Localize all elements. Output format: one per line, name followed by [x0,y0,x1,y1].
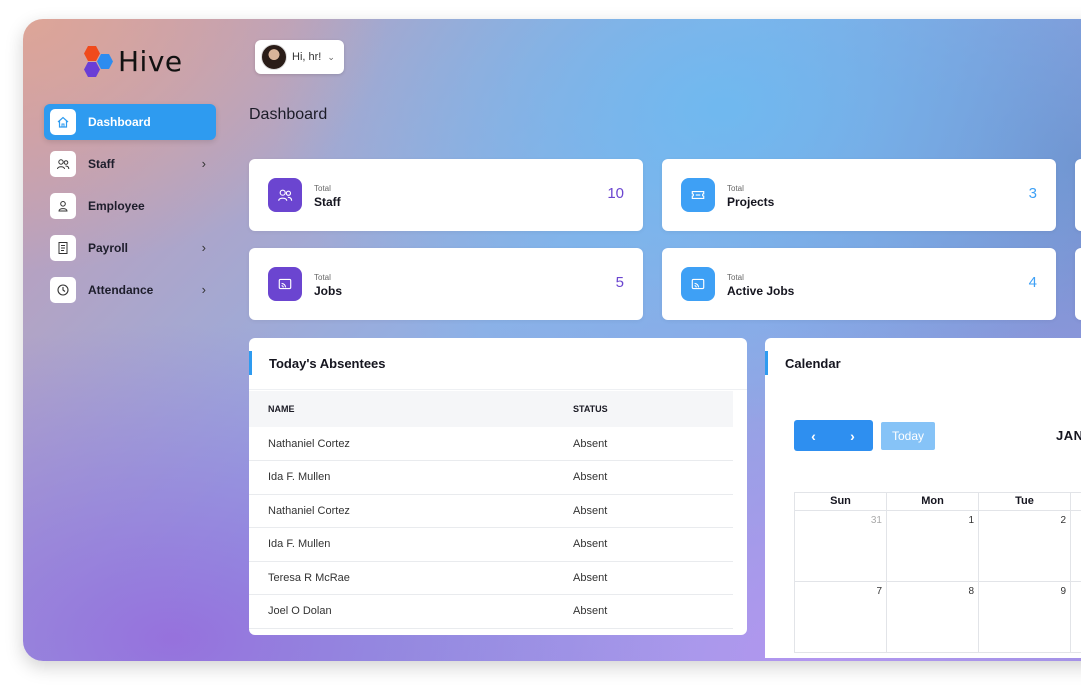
stat-value: 4 [1028,274,1037,291]
calendar-day[interactable]: 9 [978,582,1070,653]
app-name: Hive [118,45,183,78]
calendar-week: 7 8 9 [794,582,1081,653]
table-row[interactable]: Ida F. Mullen Absent [249,460,733,495]
logo[interactable]: Hive [84,45,183,78]
stat-card-jobs[interactable]: Total Jobs 5 [249,248,643,320]
sidebar-item-label: Attendance [88,283,154,297]
chevron-right-icon: › [201,156,206,171]
stat-card-projects[interactable]: Total Projects 3 [662,159,1056,231]
weekday-label: Mon [886,492,978,511]
table-row[interactable]: Nathaniel Cortez Absent [249,494,733,528]
sidebar-item-label: Dashboard [88,115,151,129]
table-row[interactable]: Joel O Dolan Absent [249,594,733,629]
table-row[interactable]: Nathaniel Cortez Absent [249,427,733,461]
chevron-down-icon: ⌄ [327,51,335,62]
stat-card-active-jobs[interactable]: Total Active Jobs 4 [662,248,1056,320]
stat-card-staff[interactable]: Total Staff 10 [249,159,643,231]
receipt-icon [50,235,76,261]
prev-month-button[interactable]: ‹ [794,420,833,451]
cell-name: Ida F. Mullen [249,460,554,495]
weekday-label: Tue [978,492,1070,511]
calendar-panel: Calendar ‹ › Today JANU Sun Mon Tue 31 1… [765,338,1081,658]
stat-value: 10 [607,185,624,202]
stat-card-partial[interactable] [1075,159,1081,231]
chevron-right-icon: › [201,240,206,255]
panel-title: Today's Absentees [249,351,747,375]
cast-icon [681,267,715,301]
stat-sub-label: Total [727,273,744,282]
stat-label: Active Jobs [727,284,795,298]
cell-name: Joel O Dolan [249,594,554,629]
users-icon [50,151,76,177]
stat-value: 5 [615,274,624,291]
sidebar-item-staff[interactable]: Staff › [44,146,216,182]
cell-status: Absent [554,561,733,595]
weekday-label: Sun [794,492,886,511]
cell-status: Absent [554,527,733,562]
stat-card-partial[interactable] [1075,248,1081,320]
today-button[interactable]: Today [881,422,935,450]
stat-sub-label: Total [314,184,331,193]
calendar-day[interactable]: 8 [886,582,978,653]
calendar-day[interactable]: 2 [978,511,1070,582]
cell-status: Absent [554,427,733,461]
sidebar-item-payroll[interactable]: Payroll › [44,230,216,266]
home-icon [50,109,76,135]
cell-name: Nathaniel Cortez [249,427,554,461]
month-label: JANU [1056,428,1081,443]
cell-name: Nathaniel Cortez [249,494,554,528]
next-month-button[interactable]: › [833,420,872,451]
cell-status: Absent [554,460,733,495]
calendar-day[interactable]: 31 [794,511,886,582]
user-icon [50,193,76,219]
stat-label: Projects [727,195,775,209]
column-header-status: STATUS [554,391,733,427]
users-icon [268,178,302,212]
sidebar: Dashboard Staff › Employee Payroll › Att… [44,104,216,314]
sidebar-item-label: Employee [88,199,145,213]
absentees-table: NAME STATUS Nathaniel Cortez Absent Ida F… [249,391,733,629]
cell-name: Teresa R McRae [249,561,554,595]
app-window: Hive Hi, hr! ⌄ Dashboard Staff › Employe… [23,19,1081,661]
cell-status: Absent [554,594,733,629]
sidebar-item-dashboard[interactable]: Dashboard [44,104,216,140]
stat-sub-label: Total [727,184,744,193]
ticket-icon [681,178,715,212]
panel-title: Calendar [765,351,1081,375]
user-menu[interactable]: Hi, hr! ⌄ [255,40,344,74]
column-header-name: NAME [249,391,554,427]
hive-logo-icon [84,45,118,78]
calendar-week: 31 1 2 [794,511,1081,582]
calendar-day[interactable]: 7 [794,582,886,653]
cast-icon [268,267,302,301]
calendar-grid: Sun Mon Tue 31 1 2 7 8 9 [794,492,1081,653]
sidebar-item-employee[interactable]: Employee [44,188,216,224]
stat-sub-label: Total [314,273,331,282]
cell-status: Absent [554,494,733,528]
chevron-right-icon: › [201,282,206,297]
table-header-row: NAME STATUS [249,391,733,427]
calendar-nav: ‹ › [794,420,873,451]
cell-name: Ida F. Mullen [249,527,554,562]
stat-value: 3 [1028,185,1037,202]
clock-icon [50,277,76,303]
user-greeting: Hi, hr! [292,51,322,63]
sidebar-item-label: Payroll [88,241,129,255]
sidebar-item-attendance[interactable]: Attendance › [44,272,216,308]
sidebar-item-label: Staff [88,157,115,171]
table-row[interactable]: Ida F. Mullen Absent [249,527,733,562]
stat-label: Staff [314,195,341,209]
avatar [261,44,287,70]
stat-label: Jobs [314,284,343,298]
table-row[interactable]: Teresa R McRae Absent [249,561,733,595]
page-title: Dashboard [249,106,328,123]
calendar-day[interactable]: 1 [886,511,978,582]
weekday-header: Sun Mon Tue [794,492,1081,511]
absentees-panel: Today's Absentees NAME STATUS Nathaniel … [249,338,747,635]
